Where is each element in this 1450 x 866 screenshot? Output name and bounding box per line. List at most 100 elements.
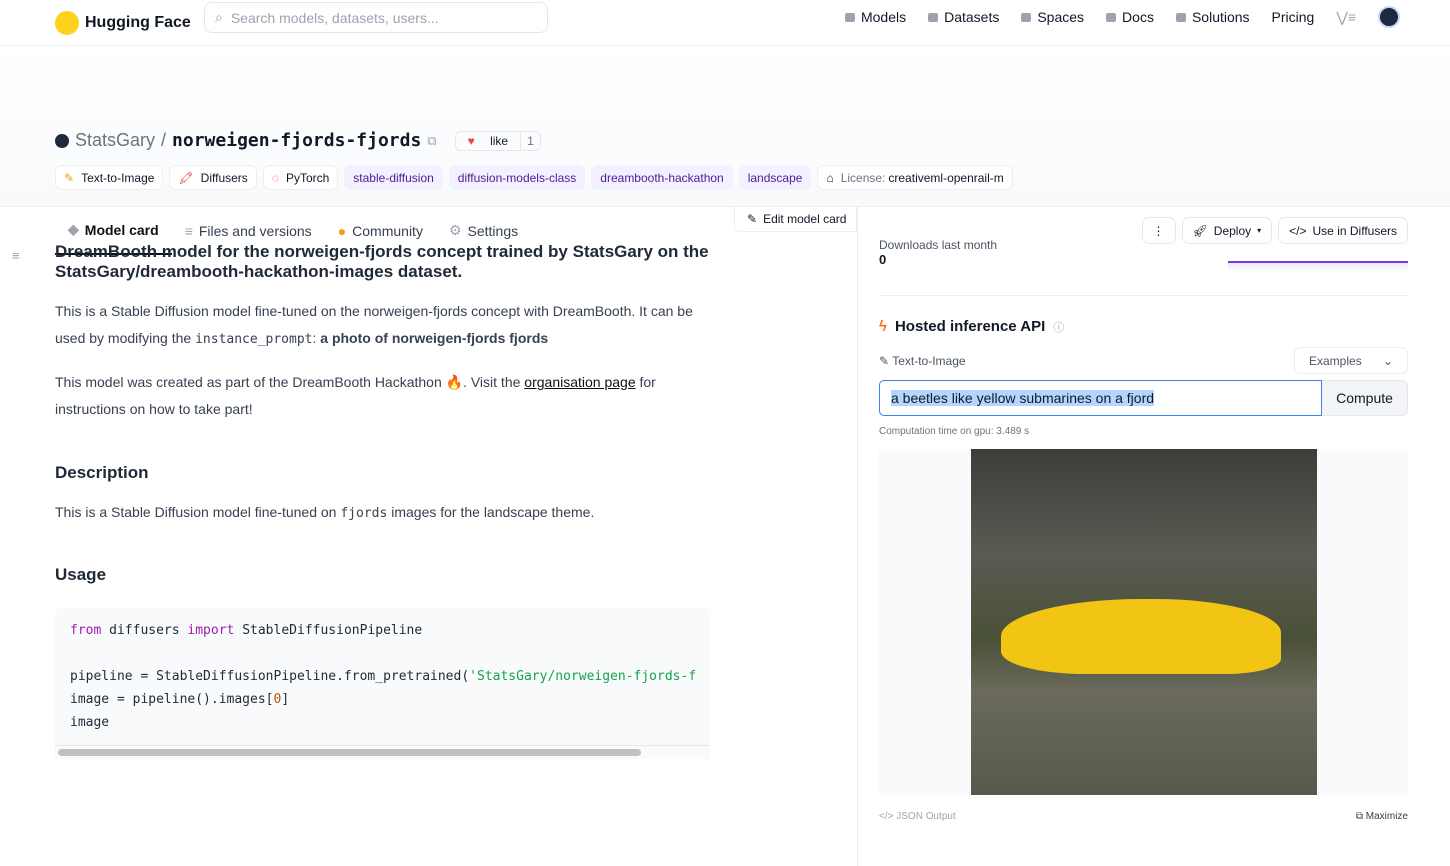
- computation-time: Computation time on gpu: 3.489 s: [879, 426, 1030, 437]
- nav-label: Solutions: [1191, 9, 1250, 25]
- downloads-label: Downloads last month: [879, 238, 998, 252]
- repo-name[interactable]: norweigen-fjords-fjords: [172, 130, 421, 151]
- code-token: import: [187, 623, 235, 638]
- code-token: image: [70, 715, 110, 730]
- json-output-button[interactable]: </> JSON Output: [879, 811, 956, 822]
- edit-label: Edit model card: [763, 212, 847, 226]
- examples-label: Examples: [1309, 353, 1362, 368]
- nav-label: Models: [860, 9, 907, 25]
- solutions-icon: [1175, 13, 1186, 22]
- repo-header: StatsGary / norweigen-fjords-fjords ⧉ ♥ l…: [0, 46, 1450, 255]
- model-card: DreamBooth model for the norweigen-fjord…: [55, 207, 710, 759]
- nav-models[interactable]: Models: [844, 9, 907, 25]
- owner-avatar: [55, 133, 69, 148]
- tag-text-to-image[interactable]: ✎ Text-to-Image: [55, 165, 164, 190]
- submarine-shape: [1001, 599, 1281, 674]
- nav-label: Docs: [1122, 9, 1154, 25]
- code-token: StableDiffusionPipeline: [234, 623, 423, 638]
- tag-dreambooth-hackathon[interactable]: dreambooth-hackathon: [591, 165, 733, 190]
- usage-heading: Usage: [55, 565, 107, 584]
- downloads-sparkline: [1228, 261, 1408, 271]
- nav-datasets[interactable]: Datasets: [928, 9, 999, 25]
- code-block: from diffusers import StableDiffusionPip…: [55, 608, 710, 759]
- search-input[interactable]: ⌕ Search models, datasets, users...: [204, 2, 548, 33]
- generated-image: [971, 449, 1317, 795]
- examples-dropdown[interactable]: Examples ⌄: [1294, 347, 1408, 374]
- lightning-icon: ϟ: [879, 318, 887, 335]
- models-icon: [844, 13, 855, 22]
- chevron-down-icon: ⌄: [1382, 353, 1393, 368]
- copy-icon[interactable]: ⧉: [427, 133, 436, 149]
- tag-license[interactable]: ⌂ License: creativeml-openrail-m: [817, 165, 1013, 190]
- instance-prompt: a photo of norweigen-fjords fjords: [320, 330, 549, 346]
- docs-icon: [1106, 13, 1117, 22]
- like-label: like: [490, 133, 509, 148]
- description-paragraph: This is a Stable Diffusion model fine-tu…: [55, 499, 710, 527]
- text-to-image-icon: ✎: [879, 353, 890, 368]
- card-heading: DreamBooth model for the norweigen-fjord…: [55, 242, 709, 281]
- spaces-icon: [1021, 13, 1032, 22]
- task-label: Text-to-Image: [892, 353, 966, 368]
- info-icon[interactable]: ⓘ: [1053, 319, 1064, 335]
- api-title: Hosted inference API: [894, 318, 1046, 335]
- code-token: pipeline = StableDiffusionPipeline.from_…: [70, 669, 470, 684]
- hugging-face-icon: [55, 10, 79, 35]
- scrollbar-thumb[interactable]: [58, 749, 641, 756]
- compute-button[interactable]: Compute: [1322, 380, 1408, 416]
- prompt-input[interactable]: a beetles like yellow submarines on a fj…: [879, 380, 1322, 416]
- diffusers-icon: 🖍: [178, 170, 194, 185]
- json-output-label: JSON Output: [896, 811, 956, 822]
- text: This model was created as part of the Dr…: [55, 374, 525, 390]
- nav-label: Datasets: [944, 9, 1000, 25]
- license-prefix: License:: [840, 170, 886, 185]
- toc-icon[interactable]: ≡: [12, 248, 20, 263]
- separator: /: [161, 130, 167, 150]
- code-token: diffusers: [101, 623, 188, 638]
- tag-landscape[interactable]: landscape: [738, 165, 812, 190]
- datasets-icon: [928, 13, 939, 22]
- sidebar: Downloads last month 0 ϟ Hosted inference…: [879, 207, 1408, 822]
- more-menu-icon[interactable]: ⋁≡: [1336, 9, 1356, 26]
- edit-model-card-button[interactable]: ✎ Edit model card: [734, 207, 857, 232]
- code-token: ]: [281, 692, 290, 707]
- like-button[interactable]: ♥ like 1: [454, 130, 541, 151]
- tag-pytorch[interactable]: ◌ PyTorch: [262, 165, 339, 190]
- user-avatar[interactable]: [1378, 6, 1400, 28]
- inline-code: instance_prompt: [195, 332, 313, 347]
- hackathon-paragraph: This model was created as part of the Dr…: [55, 369, 710, 423]
- search-icon: ⌕: [215, 9, 223, 25]
- output-image-area: [879, 449, 1408, 795]
- description-heading: Description: [55, 463, 149, 482]
- tag-diffusion-models-class[interactable]: diffusion-models-class: [448, 165, 586, 190]
- pencil-icon: ✎: [747, 212, 758, 226]
- pytorch-icon: ◌: [271, 170, 279, 185]
- tag-diffusers[interactable]: 🖍 Diffusers: [169, 165, 257, 190]
- divider: [879, 295, 1408, 296]
- tag-stable-diffusion[interactable]: stable-diffusion: [344, 165, 443, 190]
- tag-label: creativeml-openrail-m: [888, 170, 1004, 185]
- nav-docs[interactable]: Docs: [1106, 9, 1154, 25]
- heart-icon: ♥: [467, 133, 475, 148]
- brand-logo[interactable]: Hugging Face: [55, 10, 191, 35]
- code-token: image = pipeline().images[: [70, 692, 274, 707]
- code-token: 'StatsGary/norweigen-fjords-f: [469, 669, 697, 684]
- tag-label: Diffusers: [200, 170, 248, 185]
- text: images for the landscape theme.: [387, 504, 595, 520]
- nav-solutions[interactable]: Solutions: [1175, 9, 1250, 25]
- inline-code: fjords: [340, 506, 388, 521]
- prompt-value: a beetles like yellow submarines on a fj…: [891, 390, 1155, 406]
- tag-label: Text-to-Image: [81, 170, 155, 185]
- top-nav: Hugging Face ⌕ Search models, datasets, u…: [0, 0, 1450, 46]
- license-icon: ⌂: [826, 170, 834, 185]
- tag-label: PyTorch: [285, 170, 330, 185]
- maximize-label: Maximize: [1365, 811, 1408, 822]
- organisation-link[interactable]: organisation page: [524, 374, 635, 390]
- maximize-button[interactable]: ⧉ Maximize: [1356, 811, 1408, 822]
- nav-spaces[interactable]: Spaces: [1021, 9, 1084, 25]
- nav-label: Spaces: [1037, 9, 1085, 25]
- brand-name: Hugging Face: [85, 13, 191, 31]
- nav-pricing[interactable]: Pricing: [1272, 9, 1315, 25]
- text-to-image-icon: ✎: [64, 170, 75, 185]
- code-scrollbar[interactable]: [55, 745, 710, 759]
- repo-owner[interactable]: StatsGary: [75, 130, 155, 151]
